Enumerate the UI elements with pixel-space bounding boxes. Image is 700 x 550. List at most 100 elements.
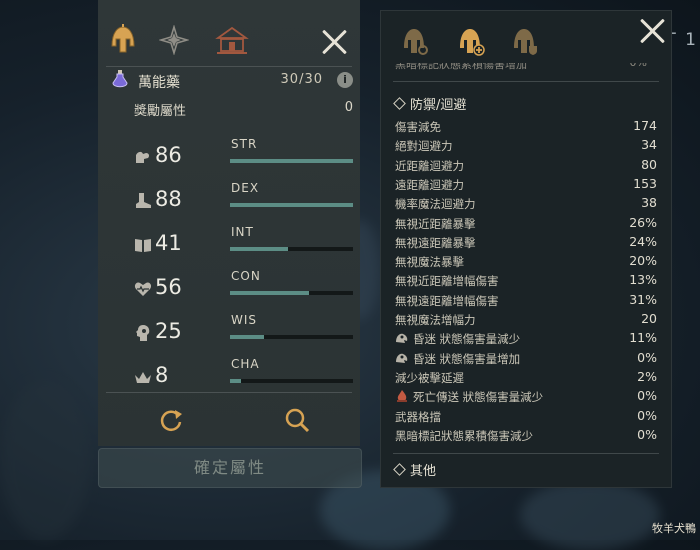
stat-label-int: INT — [231, 225, 254, 239]
boot-dex-icon — [136, 193, 151, 208]
defense-stat-value: 0% — [637, 426, 657, 442]
defense-stat-label: 機率魔法迴避力 — [395, 196, 476, 212]
section-other[interactable]: 其他 — [393, 460, 437, 479]
defense-stat-label-text: 無視遠距離暴擊 — [395, 235, 476, 250]
defense-stat-row: 無視近距離增幅傷害 13% — [395, 272, 657, 291]
stat-label-cha: CHA — [231, 357, 260, 371]
elixir-label: 萬能藥 — [138, 75, 180, 91]
stat-label-dex: DEX — [231, 181, 260, 195]
defense-stat-row: 無視魔法暴擊 20% — [395, 253, 657, 272]
divider — [393, 81, 659, 82]
crown-cha-icon — [135, 372, 151, 383]
elixir-count: 30/30 — [280, 72, 323, 87]
defense-stat-label: 死亡傳送 狀態傷害量減少 — [395, 389, 543, 405]
defense-stat-row: 機率魔法迴避力 38 — [395, 195, 657, 214]
attribute-panel-tabs — [98, 20, 360, 64]
compass-star-icon[interactable] — [154, 20, 194, 60]
defense-stat-label-text: 無視魔法暴擊 — [395, 255, 464, 270]
arm-strength-icon — [136, 151, 150, 163]
combat-stats-tabs — [381, 11, 671, 63]
close-icon[interactable] — [319, 26, 351, 58]
defense-stat-value: 31% — [629, 291, 657, 307]
defense-stat-label: 無視魔法暴擊 — [395, 254, 464, 270]
partial-row-label: 黑暗標記狀態累積傷害增加 — [395, 63, 527, 71]
defense-stat-row: 無視魔法增幅力 20 — [395, 311, 657, 330]
defense-stat-label-text: 近距離迴避力 — [395, 158, 464, 173]
stat-bar-fill — [230, 335, 265, 339]
potion-icon — [112, 70, 128, 88]
defense-stat-label-text: 遠距離迴避力 — [395, 177, 464, 192]
section-defense-title: 防禦/迴避 — [410, 98, 467, 113]
head-wis-icon — [136, 325, 150, 341]
defense-stat-label-text: 機率魔法迴避力 — [395, 197, 476, 212]
bonus-attribute-label: 獎勵屬性 — [134, 104, 187, 119]
defense-stat-row: 武器格擋 0% — [395, 408, 657, 427]
stat-row-con: 56 CON — [133, 269, 363, 303]
defense-stat-value: 0% — [637, 349, 657, 365]
section-defense-evasion[interactable]: 防禦/迴避 — [393, 94, 467, 113]
stat-value-str: 86 — [155, 143, 182, 167]
stat-label-str: STR — [231, 137, 258, 151]
stun-icon — [395, 332, 413, 346]
stat-row-cha: 8 CHA — [133, 357, 363, 391]
defense-stat-label-text: 黑暗標記狀態累積傷害減少 — [395, 428, 533, 443]
defense-stat-row: 昏迷 狀態傷害量減少 11% — [395, 330, 657, 349]
helmet-plus-icon[interactable] — [451, 21, 491, 61]
stun-icon — [395, 352, 413, 366]
section-other-title: 其他 — [410, 464, 437, 479]
defense-stat-label-text: 無視魔法增幅力 — [395, 313, 476, 327]
elixir-row: 萬能藥 30/30 i — [108, 70, 353, 92]
stat-row-str: 86 STR — [133, 137, 363, 171]
defense-stat-label: 無視近距離增幅傷害 — [395, 273, 499, 289]
defense-stat-value: 34 — [641, 137, 657, 153]
confirm-attributes-label: 確定屬性 — [193, 458, 266, 477]
stat-row-int: 41 INT — [133, 225, 363, 259]
divider — [106, 392, 352, 393]
defense-stat-value: 38 — [641, 195, 657, 211]
defense-stat-label-text: 無視近距離增幅傷害 — [395, 274, 499, 289]
stat-row-dex: 88 DEX — [133, 181, 363, 215]
info-icon[interactable]: i — [337, 72, 353, 88]
defense-stat-value: 20 — [641, 311, 657, 326]
defense-stat-label-text: 傷害減免 — [395, 120, 441, 134]
defense-stat-label-text: 昏迷 狀態傷害量減少 — [413, 332, 521, 347]
defense-stat-label-text: 昏迷 狀態傷害量增加 — [413, 351, 521, 366]
combat-stats-panel: 黑暗標記狀態累積傷害增加 0% 防禦/迴避 傷害減免 174 絕對迴避力 34 近距離迴… — [380, 10, 672, 488]
temple-icon[interactable] — [212, 20, 252, 60]
stat-value-cha: 8 — [155, 363, 169, 387]
confirm-attributes-button[interactable]: 確定屬性 — [98, 448, 362, 488]
helmet-gear-icon[interactable] — [395, 21, 435, 61]
partial-row: 黑暗標記狀態累積傷害增加 0% — [395, 63, 657, 71]
stat-row-wis: 25 WIS — [133, 313, 363, 347]
stat-bar-con — [230, 291, 353, 295]
heart-con-icon — [134, 282, 152, 296]
stat-label-con: CON — [231, 269, 261, 283]
defense-stat-row: 昏迷 狀態傷害量增加 0% — [395, 350, 657, 369]
defense-stat-value: 0% — [637, 407, 657, 423]
stat-value-int: 41 — [155, 231, 182, 255]
defense-stat-label: 絕對迴避力 — [395, 138, 453, 154]
defense-stat-row: 黑暗標記狀態累積傷害減少 0% — [395, 427, 657, 446]
defense-stat-row: 傷害減免 174 — [395, 118, 657, 137]
defense-stat-value: 13% — [629, 272, 657, 288]
defense-stat-label: 近距離迴避力 — [395, 158, 464, 174]
divider — [106, 66, 352, 67]
stat-label-wis: WIS — [231, 313, 258, 327]
stat-bar-dex — [230, 203, 353, 207]
helmet-shield-icon[interactable] — [505, 21, 545, 61]
reset-icon[interactable] — [156, 406, 186, 436]
defense-stat-label-text: 無視遠距離增幅傷害 — [395, 293, 499, 308]
defense-stat-label: 減少被擊延遲 — [395, 370, 464, 386]
defense-stat-row: 絕對迴避力 34 — [395, 137, 657, 156]
close-icon[interactable] — [637, 15, 669, 47]
defense-stat-value: 26% — [629, 214, 657, 230]
search-icon[interactable] — [282, 406, 312, 436]
defense-stat-label-text: 減少被擊延遲 — [395, 370, 464, 385]
attribute-panel: 萬能藥 30/30 i 獎勵屬性 0 86 STR 88 DEX 41 INT — [98, 0, 360, 446]
defense-stat-value: 153 — [633, 175, 657, 191]
stat-bar-fill — [230, 159, 353, 163]
stat-bar-fill — [230, 203, 353, 207]
defense-stat-label: 無視遠距離增幅傷害 — [395, 293, 499, 309]
defense-stat-value: 2% — [637, 368, 657, 384]
helmet-icon[interactable] — [103, 20, 143, 60]
